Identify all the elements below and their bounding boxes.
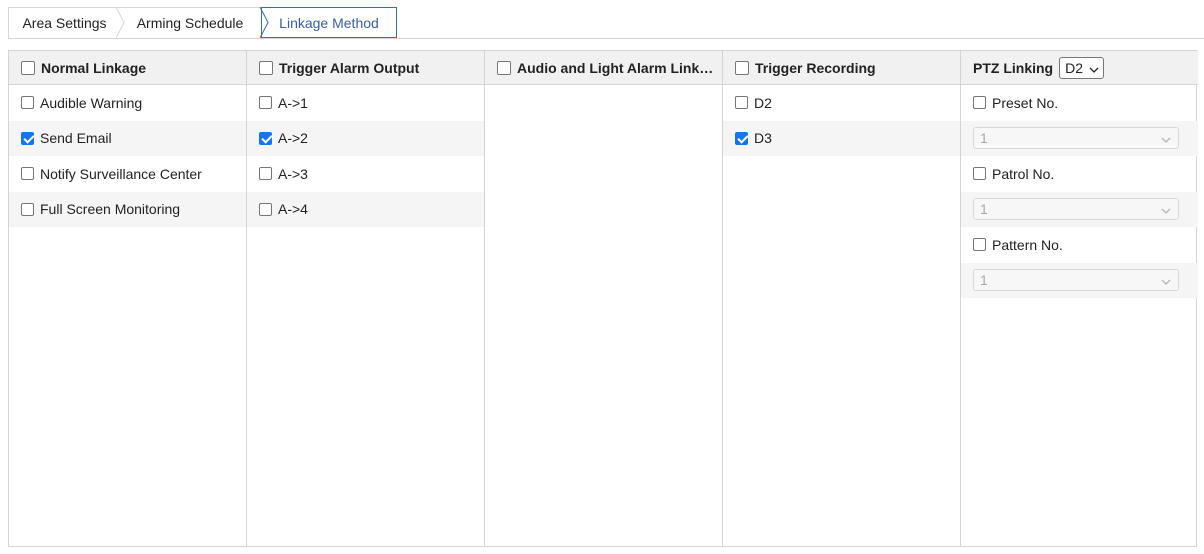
list-item: Full Screen Monitoring [9, 191, 246, 227]
header-trigger-alarm-output: Trigger Alarm Output [247, 51, 484, 85]
normal-linkage-all-checkbox[interactable] [21, 60, 35, 75]
pattern-no-select[interactable]: 1 [973, 269, 1179, 292]
ptz-channel-value: D2 [1065, 59, 1084, 76]
column-ptz-linking: PTZ Linking D2 Preset No. 1 Patrol No. 1… [961, 51, 1198, 546]
list-item: A->1 [247, 85, 484, 121]
tab-arming-schedule[interactable]: Arming Schedule [120, 7, 260, 38]
list-item: Preset No. [961, 85, 1198, 121]
item-label: A->2 [278, 130, 308, 147]
item-label: A->4 [278, 201, 308, 218]
header-ptz-linking: PTZ Linking D2 [961, 51, 1198, 85]
tab-separator-active [259, 7, 269, 38]
notify-surveillance-center-checkbox[interactable] [21, 167, 34, 181]
chevron-down-icon [1089, 60, 1099, 76]
header-label: PTZ Linking [973, 59, 1054, 76]
item-label: Patrol No. [992, 165, 1055, 182]
item-label: Audible Warning [40, 94, 143, 111]
alarm-output-a1-checkbox[interactable] [259, 96, 272, 110]
list-item: 1 [961, 120, 1198, 156]
item-label: Full Screen Monitoring [40, 201, 181, 218]
list-item: D2 [723, 85, 960, 121]
chevron-down-icon [1161, 201, 1171, 217]
preset-no-select[interactable]: 1 [973, 127, 1179, 150]
list-item: D3 [723, 120, 960, 156]
chevron-down-icon [1161, 130, 1171, 146]
item-label: Preset No. [992, 94, 1059, 111]
preset-no-checkbox[interactable] [973, 96, 986, 110]
ptz-channel-select[interactable]: D2 [1059, 56, 1105, 79]
list-item: Audible Warning [9, 85, 246, 121]
send-email-checkbox[interactable] [21, 131, 34, 145]
column-normal-linkage: Normal Linkage Audible Warning Send Emai… [9, 51, 247, 546]
header-trigger-recording: Trigger Recording [723, 51, 960, 85]
list-item: A->3 [247, 156, 484, 192]
tab-linkage-method-label: Linkage Method [279, 15, 379, 31]
patrol-no-value: 1 [980, 201, 988, 218]
list-item: Send Email [9, 120, 246, 156]
patrol-no-checkbox[interactable] [973, 167, 986, 181]
full-screen-monitoring-checkbox[interactable] [21, 202, 34, 216]
tab-area-settings[interactable]: Area Settings [8, 7, 120, 38]
audio-light-alarm-all-checkbox[interactable] [497, 60, 511, 75]
item-label: A->1 [278, 94, 308, 111]
item-label: D2 [754, 94, 772, 111]
item-label: Send Email [40, 130, 112, 147]
trigger-recording-all-checkbox[interactable] [735, 60, 749, 75]
header-label: Normal Linkage [41, 59, 147, 76]
list-item: Notify Surveillance Center [9, 156, 246, 192]
patrol-no-select[interactable]: 1 [973, 198, 1179, 221]
column-trigger-alarm-output: Trigger Alarm Output A->1 A->2 A->3 A->4 [247, 51, 485, 546]
alarm-output-a2-checkbox[interactable] [259, 131, 272, 145]
header-label: Trigger Recording [755, 59, 876, 76]
item-label: Pattern No. [992, 236, 1063, 253]
preset-no-value: 1 [980, 130, 988, 147]
trigger-alarm-output-all-checkbox[interactable] [259, 60, 273, 75]
item-label: D3 [754, 130, 772, 147]
list-item: A->2 [247, 120, 484, 156]
list-item: Patrol No. [961, 156, 1198, 192]
column-trigger-recording: Trigger Recording D2 D3 [723, 51, 961, 546]
alarm-output-a4-checkbox[interactable] [259, 202, 272, 216]
item-label: A->3 [278, 165, 308, 182]
tab-linkage-method[interactable]: Linkage Method [261, 7, 397, 38]
recording-d2-checkbox[interactable] [735, 96, 748, 110]
pattern-no-checkbox[interactable] [973, 238, 986, 252]
linkage-table: Normal Linkage Audible Warning Send Emai… [8, 50, 1198, 547]
header-label: Audio and Light Alarm Link… [517, 59, 714, 76]
list-item: 1 [961, 262, 1198, 298]
list-item: A->4 [247, 191, 484, 227]
chevron-down-icon [1161, 272, 1171, 288]
alarm-output-a3-checkbox[interactable] [259, 167, 272, 181]
header-normal-linkage: Normal Linkage [9, 51, 246, 85]
recording-d3-checkbox[interactable] [735, 131, 748, 145]
item-label: Notify Surveillance Center [40, 165, 202, 182]
column-audio-light-alarm: Audio and Light Alarm Link… [485, 51, 723, 546]
pattern-no-value: 1 [980, 272, 988, 289]
audible-warning-checkbox[interactable] [21, 96, 34, 110]
list-item: Pattern No. [961, 227, 1198, 263]
header-label: Trigger Alarm Output [279, 59, 420, 76]
header-audio-light-alarm: Audio and Light Alarm Link… [485, 51, 722, 85]
breadcrumb-tabs: Area Settings Arming Schedule Linkage Me… [8, 7, 1204, 39]
list-item: 1 [961, 191, 1198, 227]
